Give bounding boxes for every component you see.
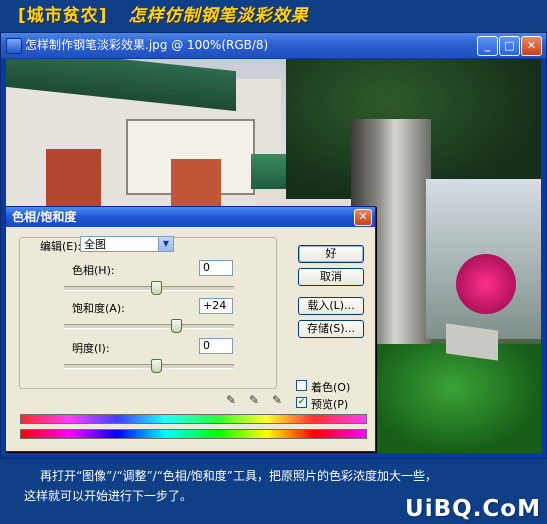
input-color-spectrum [20,414,367,424]
saturation-input[interactable]: +24 [199,298,233,314]
caption-line-2: 这样就可以开始进行下一步了。 [24,489,193,503]
header-tag: [城市贫农] [18,6,108,26]
hue-slider-thumb[interactable] [150,281,162,295]
eyedropper-icon[interactable]: ✎ [224,393,238,407]
lightness-label: 明度(I): [72,342,110,355]
hue-slider-track[interactable] [64,281,234,295]
lightness-slider-track[interactable] [64,359,234,373]
dialog-titlebar[interactable]: 色相/饱和度 ✕ [6,207,375,227]
output-color-spectrum [20,429,367,439]
edit-select-value: 全图 [84,238,106,251]
hue-label: 色相(H): [72,264,115,277]
ok-button[interactable]: 好 [298,245,364,263]
saturation-slider-track[interactable] [64,319,234,333]
dropdown-arrow-icon: ▼ [158,237,173,251]
preview-checkbox[interactable]: ✔ [296,397,307,408]
photo-bushes [366,344,541,453]
colorize-checkbox[interactable] [296,380,307,391]
close-icon[interactable]: ✕ [521,36,542,56]
hue-saturation-dialog[interactable]: 色相/饱和度 ✕ 编辑(E): 全图 ▼ 色相(H): 0 饱和度(A): +2… [5,206,376,452]
edit-label: 编辑(E): [40,240,82,253]
edit-select[interactable]: 全图 ▼ [80,236,174,252]
lightness-input[interactable]: 0 [199,338,233,354]
lightness-slider-thumb[interactable] [150,359,162,373]
save-button[interactable]: 存储(S)... [298,320,364,338]
load-button[interactable]: 载入(L)... [298,297,364,315]
dialog-title: 色相/饱和度 [12,210,77,224]
preview-label: 预览(P) [311,398,349,411]
photo-pink-flowers [456,254,516,314]
cancel-button[interactable]: 取消 [298,268,364,286]
site-watermark: UiBQ.CoM [405,496,541,522]
hue-input[interactable]: 0 [199,260,233,276]
page-header: [城市贫农] 怎样仿制钢笔淡彩效果 [18,3,308,29]
eyedropper-plus-icon[interactable]: ✎ [247,393,261,407]
eyedropper-minus-icon[interactable]: ✎ [270,393,284,407]
saturation-label: 饱和度(A): [72,302,125,315]
document-title: 怎样制作钢笔淡彩效果.jpg @ 100%(RGB/8) [25,38,269,52]
close-icon[interactable]: ✕ [354,209,372,226]
colorize-label: 着色(O) [311,381,351,394]
document-icon [6,38,22,54]
minimize-icon[interactable]: _ [477,36,498,56]
document-titlebar[interactable]: 怎样制作钢笔淡彩效果.jpg @ 100%(RGB/8) _ □ ✕ [1,33,546,58]
saturation-slider-thumb[interactable] [171,319,183,333]
maximize-icon[interactable]: □ [499,36,520,56]
caption-line-1: 再打开“图像”/“调整”/“色相/饱和度”工具，把原照片的色彩浓度加大一些， [40,469,437,483]
header-title: 怎样仿制钢笔淡彩效果 [128,6,309,26]
